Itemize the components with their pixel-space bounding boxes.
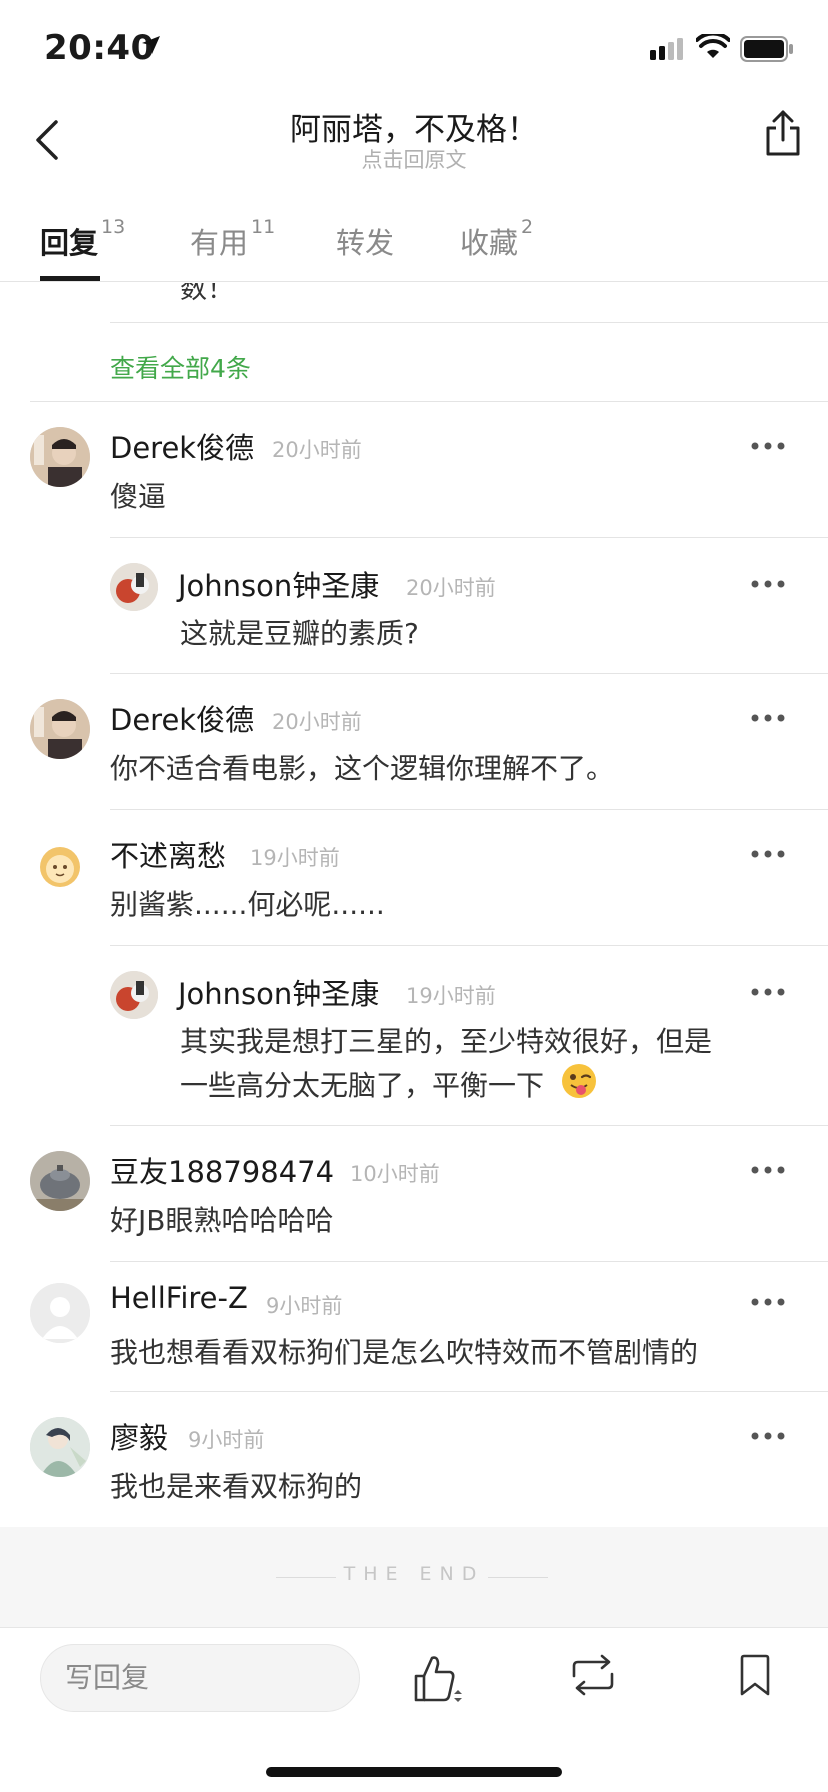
reply-username[interactable]: Johnson钟圣康 <box>178 971 379 1013</box>
comment-list[interactable]: 数！ 查看全部4条 Derek俊德 20小时前 傻逼 Johnson钟圣康 20… <box>0 283 828 1528</box>
tab-bar: 回复 13 有用 11 转发 收藏 2 <box>0 210 828 282</box>
more-options-icon[interactable] <box>750 713 786 723</box>
tab-useful-count: 11 <box>251 216 276 238</box>
comment-username[interactable]: Derek俊德 <box>110 425 254 467</box>
status-time: 20:40 <box>44 28 155 68</box>
tab-reposts-label: 转发 <box>336 226 395 260</box>
tab-replies[interactable]: 回复 13 <box>40 216 125 262</box>
tab-favorites-label: 收藏 <box>460 226 519 260</box>
tab-favorites[interactable]: 收藏 2 <box>460 216 533 262</box>
partial-comment-text: 数！ <box>180 283 234 305</box>
winking-tongue-emoji-icon <box>561 1063 597 1111</box>
avatar[interactable] <box>30 1151 90 1211</box>
divider <box>30 401 828 402</box>
avatar[interactable] <box>30 835 90 895</box>
end-line-right <box>488 1577 548 1578</box>
back-to-original-link[interactable]: 点击回原文 <box>0 144 828 174</box>
reply-text-line: 一些高分太无脑了，平衡一下 <box>180 1069 545 1102</box>
reply-text: 其实我是想打三星的，至少特效很好，但是 <box>180 1025 713 1058</box>
end-text: THE END <box>343 1563 485 1585</box>
more-options-icon[interactable] <box>750 1431 786 1441</box>
share-icon[interactable] <box>762 108 804 158</box>
reply-text: 一些高分太无脑了，平衡一下 <box>180 1063 597 1111</box>
avatar[interactable] <box>30 1417 90 1477</box>
divider <box>110 537 828 538</box>
divider <box>110 809 828 810</box>
battery-icon <box>740 36 793 62</box>
more-options-icon[interactable] <box>750 441 786 451</box>
comment-timestamp: 10小时前 <box>350 1162 440 1186</box>
more-options-icon[interactable] <box>750 987 786 997</box>
view-all-replies-link[interactable]: 查看全部4条 <box>110 349 251 385</box>
repost-icon[interactable] <box>568 1654 618 1696</box>
tab-replies-count: 13 <box>101 216 126 238</box>
divider <box>110 945 828 946</box>
comment-text: 我也想看看双标狗们是怎么吹特效而不管剧情的 <box>110 1336 699 1369</box>
comment-username[interactable]: 不述离愁 <box>110 833 226 875</box>
comment-text: 傻逼 <box>110 480 167 513</box>
reply-username[interactable]: Johnson钟圣康 <box>178 563 379 605</box>
comment-text: 你不适合看电影，这个逻辑你理解不了。 <box>110 752 615 785</box>
comment-timestamp: 19小时前 <box>250 846 340 870</box>
active-tab-indicator <box>40 276 100 281</box>
divider <box>110 1261 828 1262</box>
location-arrow-icon <box>142 36 160 54</box>
nav-bar: 阿丽塔，不及格！ 点击回原文 <box>0 100 828 200</box>
reply-timestamp: 20小时前 <box>406 576 496 600</box>
divider <box>110 1391 828 1392</box>
status-bar: 20:40 <box>0 0 828 100</box>
avatar[interactable] <box>110 563 158 611</box>
tab-useful-label: 有用 <box>190 226 249 260</box>
tab-reposts[interactable]: 转发 <box>336 220 394 262</box>
comment-text: 别酱紫......何必呢...... <box>110 888 385 921</box>
reply-input[interactable]: 写回复 <box>40 1644 360 1712</box>
comment-text: 我也是来看双标狗的 <box>110 1470 363 1503</box>
avatar[interactable] <box>30 427 90 487</box>
comment-timestamp: 20小时前 <box>272 710 362 734</box>
comment-timestamp: 9小时前 <box>266 1294 343 1318</box>
tab-useful[interactable]: 有用 11 <box>190 216 275 262</box>
home-indicator[interactable] <box>266 1767 562 1777</box>
avatar[interactable] <box>30 699 90 759</box>
thumbs-up-icon[interactable] <box>410 1650 466 1710</box>
divider <box>110 322 828 323</box>
reply-timestamp: 19小时前 <box>406 984 496 1008</box>
comment-username[interactable]: Derek俊德 <box>110 697 254 739</box>
comment-timestamp: 9小时前 <box>188 1428 265 1452</box>
avatar[interactable] <box>110 971 158 1019</box>
comment-username[interactable]: 廖毅 <box>110 1415 168 1457</box>
more-options-icon[interactable] <box>750 849 786 859</box>
more-options-icon[interactable] <box>750 1165 786 1175</box>
end-of-list-banner: THE END <box>0 1527 828 1627</box>
tab-replies-label: 回复 <box>40 226 99 260</box>
comment-username[interactable]: HellFire-Z <box>110 1281 248 1315</box>
nav-title: 阿丽塔，不及格！ <box>290 112 538 148</box>
divider <box>110 673 828 674</box>
tab-favorites-count: 2 <box>521 216 534 238</box>
wifi-icon <box>696 34 730 58</box>
comment-text: 好JB眼熟哈哈哈哈 <box>110 1204 334 1237</box>
comment-username[interactable]: 豆友188798474 <box>110 1149 334 1191</box>
reply-text: 这就是豆瓣的素质? <box>180 617 419 650</box>
cellular-signal-icon <box>650 38 683 60</box>
more-options-icon[interactable] <box>750 1297 786 1307</box>
bookmark-icon[interactable] <box>738 1654 772 1698</box>
avatar[interactable] <box>30 1283 90 1343</box>
divider <box>110 1125 828 1126</box>
more-options-icon[interactable] <box>750 579 786 589</box>
comment-timestamp: 20小时前 <box>272 438 362 462</box>
